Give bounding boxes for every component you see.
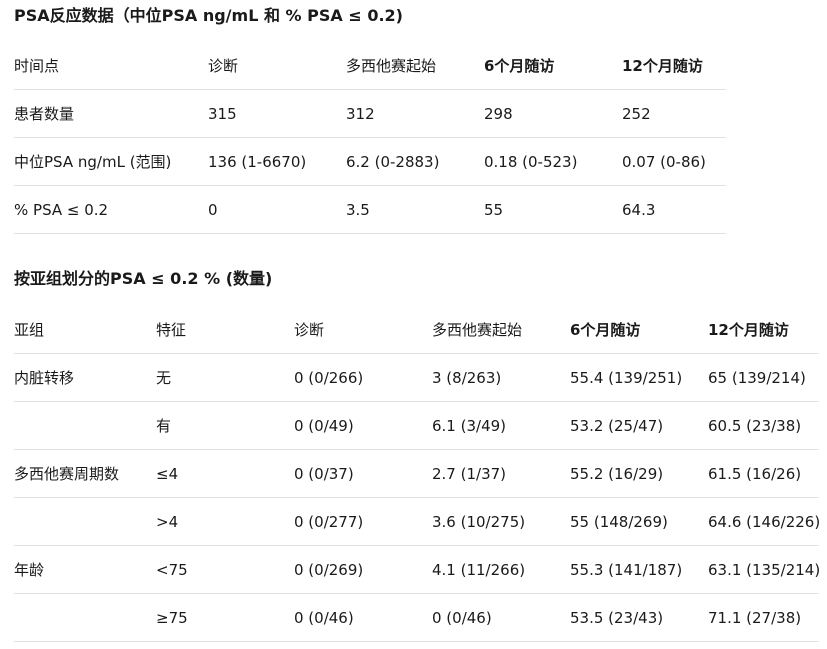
table-cell: 53.5 (23/43) [570, 593, 708, 642]
row-label [14, 401, 156, 450]
table-row: ≥75 0 (0/46) 0 (0/46) 53.5 (23/43) 71.1 … [14, 593, 819, 642]
table-cell: 0 (0/49) [294, 401, 432, 450]
table-cell: 55.4 (139/251) [570, 353, 708, 402]
row-label: 年龄 [14, 545, 156, 594]
table-cell: 55.3 (141/187) [570, 545, 708, 594]
table-cell: 64.3 [622, 185, 726, 234]
table-cell: 55.2 (16/29) [570, 449, 708, 498]
table-cell: 60.5 (23/38) [708, 401, 819, 450]
table-row: 有 0 (0/49) 6.1 (3/49) 53.2 (25/47) 60.5 … [14, 401, 819, 450]
table-cell: 0.07 (0-86) [622, 137, 726, 186]
table-cell: 0.18 (0-523) [484, 137, 622, 186]
table-cell: <75 [156, 545, 294, 594]
column-header-6-month: 6个月随访 [484, 42, 622, 90]
table-cell: 55 [484, 185, 622, 234]
row-label: % PSA ≤ 0.2 [14, 185, 208, 234]
table-cell: ≥75 [156, 593, 294, 642]
row-label [14, 593, 156, 642]
table-row: 患者数量 315 312 298 252 [14, 89, 726, 138]
table-cell: 312 [346, 89, 484, 138]
column-header-12-month: 12个月随访 [708, 306, 819, 354]
table-cell: 3.6 (10/275) [432, 497, 570, 546]
table-cell: 298 [484, 89, 622, 138]
table-header-row: 亚组 特征 诊断 多西他赛起始 6个月随访 12个月随访 [14, 306, 819, 354]
column-header-diagnosis: 诊断 [208, 42, 346, 90]
table-row: 中位PSA ng/mL (范围) 136 (1-6670) 6.2 (0-288… [14, 137, 726, 186]
column-header-6-month: 6个月随访 [570, 306, 708, 354]
psa-response-table-title: PSA反应数据（中位PSA ng/mL 和 % PSA ≤ 0.2) [14, 6, 403, 25]
table-header-row: 时间点 诊断 多西他赛起始 6个月随访 12个月随访 [14, 42, 726, 90]
table-cell: 0 [208, 185, 346, 234]
table-cell: 63.1 (135/214) [708, 545, 819, 594]
table-cell: 65 (139/214) [708, 353, 819, 402]
row-label: 中位PSA ng/mL (范围) [14, 137, 208, 186]
table-cell: 252 [622, 89, 726, 138]
table-cell: 6.1 (3/49) [432, 401, 570, 450]
table-cell: 61.5 (16/26) [708, 449, 819, 498]
row-label: 多西他赛周期数 [14, 449, 156, 498]
column-header-docetaxel-start: 多西他赛起始 [346, 42, 484, 90]
subgroup-table-title: 按亚组划分的PSA ≤ 0.2 % (数量) [14, 269, 273, 288]
table-cell: 55 (148/269) [570, 497, 708, 546]
table-cell: 315 [208, 89, 346, 138]
table-row: 年龄 <75 0 (0/269) 4.1 (11/266) 55.3 (141/… [14, 545, 819, 594]
table-cell: >4 [156, 497, 294, 546]
table-cell: 无 [156, 353, 294, 402]
table-cell: 0 (0/266) [294, 353, 432, 402]
column-header-feature: 特征 [156, 306, 294, 354]
column-header-subgroup: 亚组 [14, 306, 156, 354]
table-cell: ≤4 [156, 449, 294, 498]
table-cell: 0 (0/269) [294, 545, 432, 594]
table-cell: 0 (0/46) [432, 593, 570, 642]
table-cell: 有 [156, 401, 294, 450]
table-cell: 0 (0/46) [294, 593, 432, 642]
row-label [14, 497, 156, 546]
table-row: 多西他赛周期数 ≤4 0 (0/37) 2.7 (1/37) 55.2 (16/… [14, 449, 819, 498]
table-row: >4 0 (0/277) 3.6 (10/275) 55 (148/269) 6… [14, 497, 819, 546]
table-cell: 4.1 (11/266) [432, 545, 570, 594]
column-header-timepoint: 时间点 [14, 42, 208, 90]
table-cell: 136 (1-6670) [208, 137, 346, 186]
table-cell: 0 (0/37) [294, 449, 432, 498]
subgroup-table: 亚组 特征 诊断 多西他赛起始 6个月随访 12个月随访 内脏转移 无 0 (0… [14, 306, 819, 642]
row-label: 内脏转移 [14, 353, 156, 402]
table-row: 内脏转移 无 0 (0/266) 3 (8/263) 55.4 (139/251… [14, 353, 819, 402]
psa-response-table: 时间点 诊断 多西他赛起始 6个月随访 12个月随访 患者数量 315 312 … [14, 42, 726, 234]
column-header-diagnosis: 诊断 [294, 306, 432, 354]
table-cell: 0 (0/277) [294, 497, 432, 546]
table-cell: 6.2 (0-2883) [346, 137, 484, 186]
table-cell: 53.2 (25/47) [570, 401, 708, 450]
table-row: % PSA ≤ 0.2 0 3.5 55 64.3 [14, 185, 726, 234]
table-cell: 71.1 (27/38) [708, 593, 819, 642]
table-cell: 3 (8/263) [432, 353, 570, 402]
column-header-docetaxel-start: 多西他赛起始 [432, 306, 570, 354]
table-cell: 64.6 (146/226) [708, 497, 819, 546]
page: PSA反应数据（中位PSA ng/mL 和 % PSA ≤ 0.2) 时间点 诊… [0, 0, 827, 649]
table-cell: 3.5 [346, 185, 484, 234]
row-label: 患者数量 [14, 89, 208, 138]
column-header-12-month: 12个月随访 [622, 42, 726, 90]
table-cell: 2.7 (1/37) [432, 449, 570, 498]
